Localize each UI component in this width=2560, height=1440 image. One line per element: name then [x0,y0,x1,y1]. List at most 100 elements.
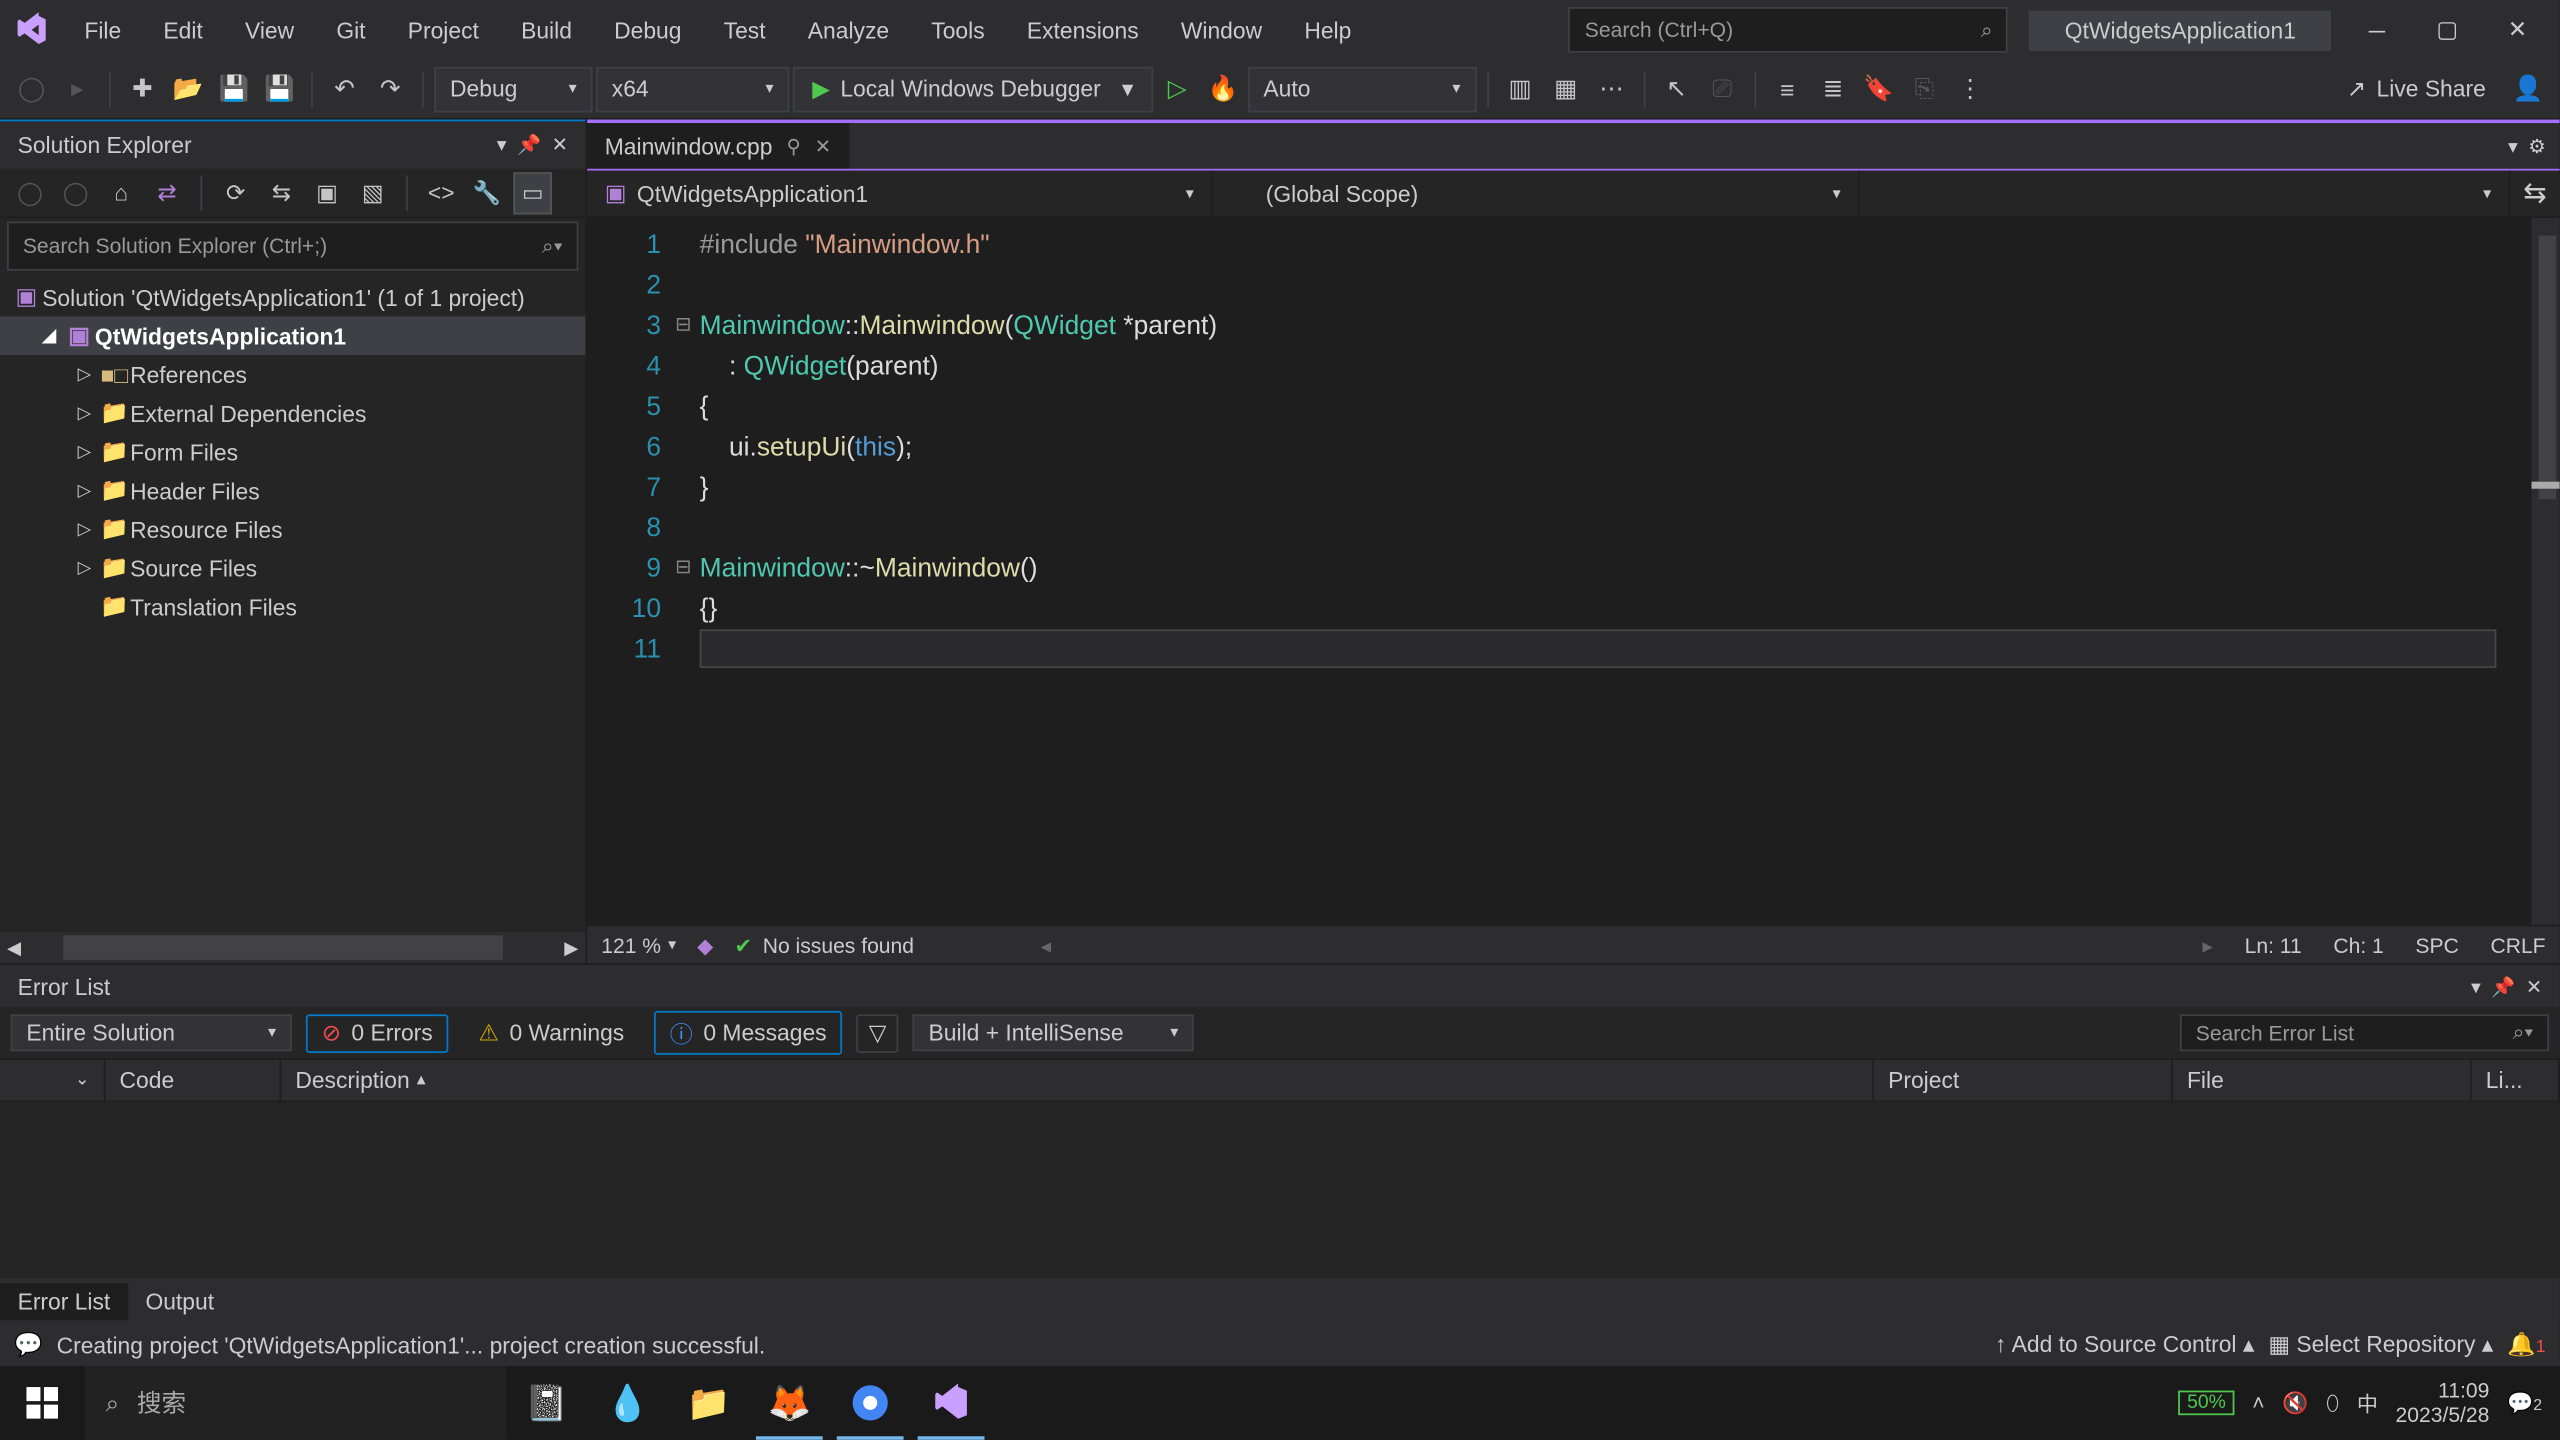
chevron-right-icon[interactable]: ▷ [70,365,98,384]
eol-indicator[interactable]: CRLF [2490,933,2545,958]
solution-root-node[interactable]: ▣Solution 'QtWidgetsApplication1' (1 of … [0,278,585,317]
network-icon[interactable]: ⬯ [2326,1390,2339,1416]
col-icon[interactable]: ⌄ [0,1060,105,1100]
menu-view[interactable]: View [224,10,315,50]
menu-build[interactable]: Build [500,10,593,50]
nav-member-combo[interactable]: ▾ [1860,171,2510,217]
start-button[interactable] [0,1366,84,1440]
battery-indicator[interactable]: 50% [2178,1391,2234,1416]
line-indicator[interactable]: Ln: 11 [2245,933,2302,958]
toolbar-btn-4[interactable]: ⎚ [1701,68,1743,110]
indent-indicator[interactable]: SPC [2415,933,2458,958]
toolbar-btn-2[interactable]: ▦ [1545,68,1587,110]
notifications-button[interactable]: 🔔1 [2507,1331,2545,1359]
volume-icon[interactable]: 🔇 [2282,1391,2308,1416]
tree-folder-external-dependencies[interactable]: ▷📁External Dependencies [0,394,585,433]
col-file[interactable]: File [2173,1060,2472,1100]
chevron-right-icon[interactable]: ▷ [70,442,98,461]
tab-error-list[interactable]: Error List [0,1282,128,1319]
live-share-button[interactable]: ↗Live Share [2329,75,2503,103]
new-item-button[interactable]: ✚ [121,68,163,110]
open-file-button[interactable]: 📂 [167,68,209,110]
panel-pin-icon[interactable]: 📌 [517,134,541,157]
chevron-down-icon[interactable]: ◢ [35,326,63,345]
undo-button[interactable]: ↶ [323,68,365,110]
filter-codes-button[interactable]: ▽ [856,1013,898,1052]
tray-chevron-icon[interactable]: ˄ [2252,1391,2264,1416]
menu-help[interactable]: Help [1283,10,1372,50]
menu-window[interactable]: Window [1160,10,1283,50]
editor-vscrollbar[interactable] [2532,218,2560,925]
tree-folder-header-files[interactable]: ▷📁Header Files [0,471,585,510]
outdent-btn[interactable]: ≣ [1812,68,1854,110]
col-description[interactable]: Description▴ [281,1060,1874,1100]
col-line[interactable]: Li... [2472,1060,2560,1100]
taskbar-app-2[interactable]: 💧 [587,1366,668,1440]
toolbar-btn-1[interactable]: ▥ [1499,68,1541,110]
issues-status[interactable]: ✔No issues found [734,933,914,958]
redo-button[interactable]: ↷ [369,68,411,110]
fold-column[interactable]: ⊟ ⊟ [675,218,700,925]
nav-project-combo[interactable]: ▣QtWidgetsApplication1▾ [587,171,1213,217]
save-button[interactable]: 💾 [213,68,255,110]
taskbar-firefox[interactable]: 🦊 [749,1366,830,1440]
account-button[interactable]: 👤 [2507,68,2549,110]
panel-dropdown-icon[interactable]: ▾ [2471,975,2481,998]
menu-git[interactable]: Git [315,10,386,50]
chevron-right-icon[interactable]: ▷ [70,558,98,577]
cursor-icon[interactable]: ↖ [1655,68,1697,110]
col-code[interactable]: Code [105,1060,281,1100]
window-maximize-button[interactable]: ▢ [2412,4,2482,57]
se-properties-button[interactable]: 🔧 [468,171,507,213]
add-source-control-button[interactable]: ↑ Add to Source Control ▴ [1995,1331,2254,1359]
se-preview-button[interactable]: ▭ [513,171,552,213]
tree-folder-references[interactable]: ▷■□References [0,355,585,394]
panel-close-icon[interactable]: ✕ [2526,975,2542,998]
chevron-right-icon[interactable]: ▷ [70,519,98,538]
panel-close-icon[interactable]: ✕ [552,134,568,157]
menu-tools[interactable]: Tools [910,10,1006,50]
taskbar-file-explorer[interactable]: 📁 [668,1366,749,1440]
code-editor[interactable]: 1234567891011 ⊟ ⊟ #include "Mainwindow.h… [587,218,2559,925]
editor-tab-mainwindow[interactable]: Mainwindow.cpp⚲✕ [587,123,850,169]
se-code-button[interactable]: <> [422,171,461,213]
menu-test[interactable]: Test [703,10,787,50]
window-minimize-button[interactable]: ─ [2342,4,2412,57]
menu-file[interactable]: File [63,10,142,50]
error-list-body[interactable] [0,1102,2560,1278]
nav-back-button[interactable]: ◯ [11,68,53,110]
se-filter-button[interactable]: ⟳ [216,171,255,213]
window-close-button[interactable]: ✕ [2482,4,2552,57]
taskbar-visual-studio[interactable] [911,1366,992,1440]
panel-dropdown-icon[interactable]: ▾ [497,134,507,157]
save-all-button[interactable]: 💾 [258,68,300,110]
tab-output[interactable]: Output [128,1282,232,1319]
menu-edit[interactable]: Edit [142,10,224,50]
indicator-icon[interactable]: ◆ [697,933,713,958]
taskbar-app-1[interactable]: 📓 [506,1366,587,1440]
comment-btn[interactable]: ⎘ [1903,68,1945,110]
error-scope-combo[interactable]: Entire Solution▾ [11,1014,292,1051]
se-switch-button[interactable]: ⇄ [148,171,187,213]
ime-indicator[interactable]: 中 [2357,1388,2378,1418]
tab-overflow-icon[interactable]: ▾ [2508,134,2518,157]
zoom-level[interactable]: 121 %▾ [601,933,676,958]
clock[interactable]: 11:092023/5/28 [2396,1378,2490,1427]
hscroll-left-icon[interactable]: ◂ [1041,933,1052,958]
tree-folder-source-files[interactable]: ▷📁Source Files [0,548,585,587]
error-list-search[interactable]: Search Error List⌕▾ [2180,1014,2549,1051]
warnings-filter-button[interactable]: ⚠0 Warnings [463,1013,640,1052]
se-home-button[interactable]: ⌂ [102,171,141,213]
hscroll-right-icon[interactable]: ▸ [2202,933,2213,958]
se-fwd-button[interactable]: ◯ [56,171,95,213]
indent-btn[interactable]: ≡ [1766,68,1808,110]
bookmark-btn[interactable]: 🔖 [1858,68,1900,110]
chevron-right-icon[interactable]: ▷ [70,481,98,500]
menu-analyze[interactable]: Analyze [787,10,910,50]
taskbar-search[interactable]: ⌕搜索 [84,1366,506,1440]
panel-pin-icon[interactable]: 📌 [2491,975,2515,998]
code-content[interactable]: #include "Mainwindow.h" Mainwindow::Main… [700,218,2532,925]
nav-split-icon[interactable]: ⇆ [2510,171,2559,217]
tab-settings-icon[interactable]: ⚙ [2528,134,2545,157]
menu-extensions[interactable]: Extensions [1006,10,1160,50]
